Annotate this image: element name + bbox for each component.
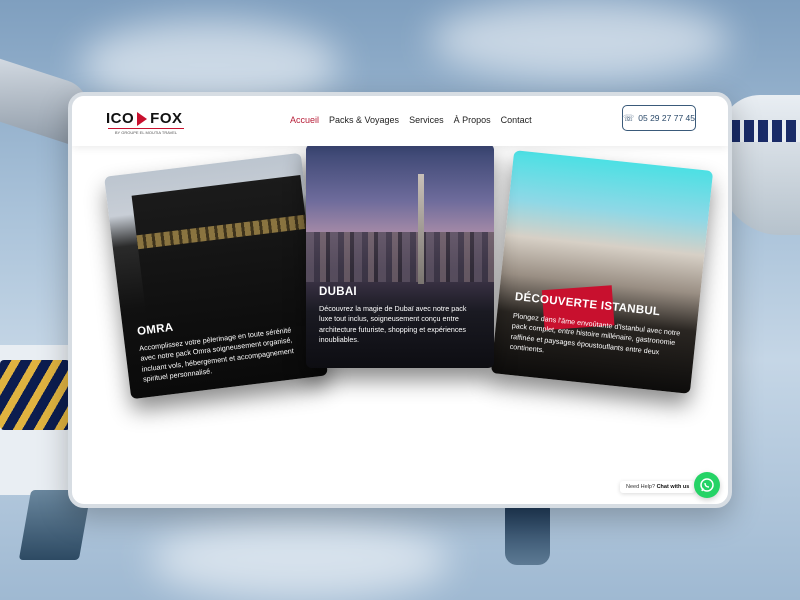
- logo-tagline: BY GROUPE EL MOUTIA TRAVEL: [108, 128, 184, 135]
- whatsapp-icon: [700, 478, 714, 492]
- burj-khalifa-image: [418, 174, 424, 284]
- main-nav: Accueil Packs & Voyages Services À Propo…: [290, 115, 532, 125]
- card-istanbul[interactable]: DÉCOUVERTE ISTANBUL Plongez dans l'âme e…: [490, 150, 714, 394]
- skyline-image: [306, 232, 494, 282]
- cloud: [430, 0, 730, 80]
- airplane-engine: [505, 505, 550, 565]
- logo-text-left: ICO: [106, 110, 135, 127]
- nav-item-a-propos[interactable]: À Propos: [454, 115, 491, 125]
- kaaba-image: [131, 174, 319, 345]
- phone-button[interactable]: ☏ 05 29 27 77 45: [622, 105, 696, 131]
- card-omra[interactable]: OMRA Accomplissez votre pèlerinage en to…: [104, 152, 328, 400]
- whatsapp-label[interactable]: Need Help? Chat with us: [620, 481, 696, 493]
- card-title: DUBAI: [319, 286, 357, 298]
- site-logo[interactable]: ICO FOX: [106, 110, 183, 127]
- nav-item-accueil[interactable]: Accueil: [290, 115, 319, 125]
- nav-item-contact[interactable]: Contact: [501, 115, 532, 125]
- phone-number: 05 29 27 77 45: [638, 113, 695, 123]
- airplane-fuselage: [720, 95, 800, 235]
- logo-text-right: FOX: [150, 110, 183, 127]
- whatsapp-cta: Chat with us: [656, 484, 690, 490]
- site-header: ICO FOX BY GROUPE EL MOUTIA TRAVEL Accue…: [72, 96, 728, 146]
- logo-arrow-icon: [137, 111, 148, 126]
- whatsapp-button[interactable]: [694, 472, 720, 498]
- airplane-windows: [730, 120, 800, 142]
- airplane-tail-logo: [0, 360, 70, 430]
- card-description: Plongez dans l'âme envoûtante d'Istanbul…: [509, 310, 681, 357]
- nav-item-packs-voyages[interactable]: Packs & Voyages: [329, 115, 399, 125]
- card-dubai[interactable]: DUBAI Découvrez la magie de Dubaï avec n…: [306, 144, 494, 368]
- whatsapp-prefix: Need Help?: [626, 484, 656, 490]
- card-description: Découvrez la magie de Dubaï avec notre p…: [319, 304, 467, 345]
- nav-item-services[interactable]: Services: [409, 115, 444, 125]
- website-frame: ICO FOX BY GROUPE EL MOUTIA TRAVEL Accue…: [68, 92, 732, 508]
- phone-icon: ☏: [623, 112, 635, 123]
- cloud: [150, 520, 450, 600]
